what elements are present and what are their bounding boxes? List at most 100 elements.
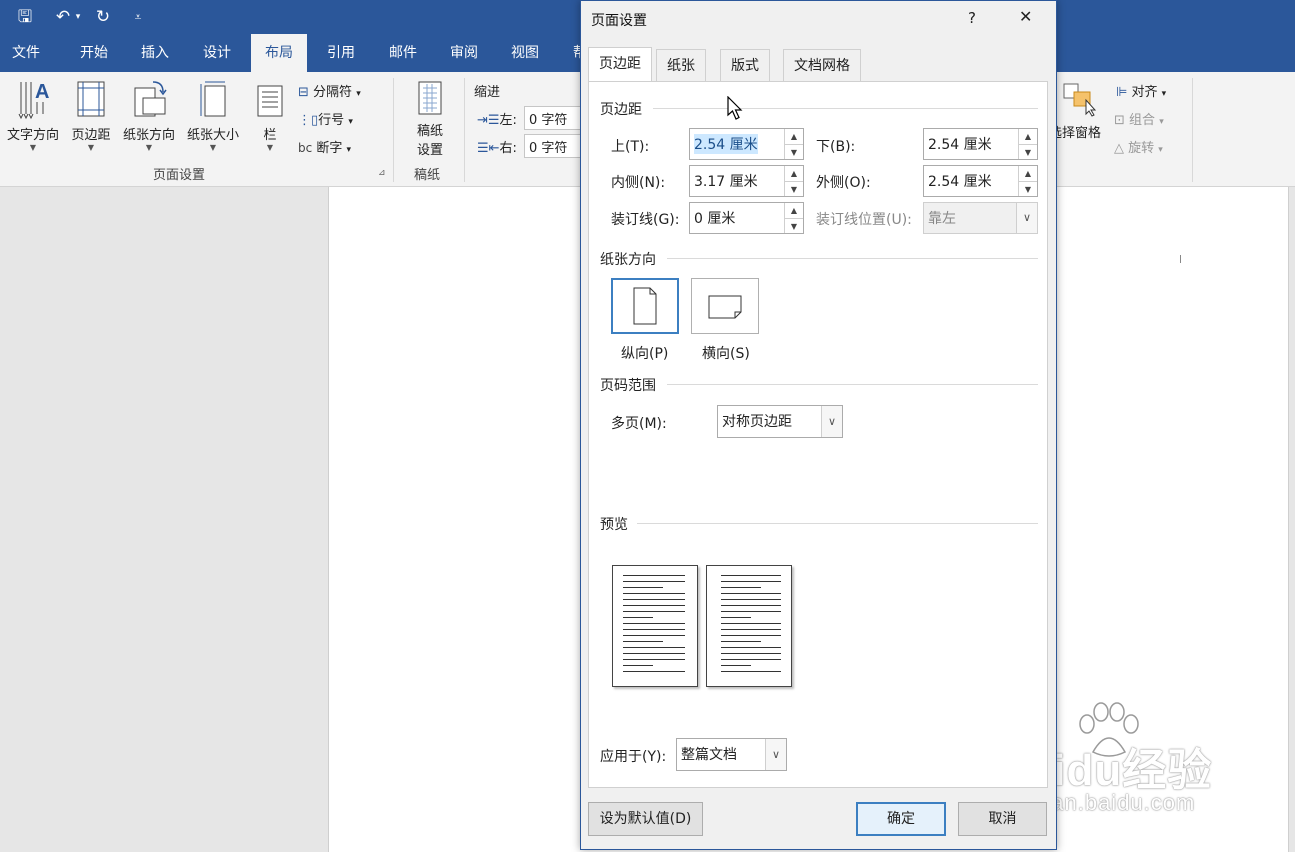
preview-line xyxy=(623,659,685,660)
bottom-margin-input[interactable]: 2.54 厘米 ▲ ▼ xyxy=(923,128,1038,160)
section-divider xyxy=(653,108,1038,109)
spinner[interactable]: ▲ ▼ xyxy=(784,166,803,196)
selection-pane-icon xyxy=(1063,83,1097,117)
tab-review[interactable]: 审阅 xyxy=(436,34,492,72)
gutter-input[interactable]: 0 厘米 ▲ ▼ xyxy=(689,202,804,234)
top-margin-input[interactable]: 2.54 厘米 ▲ ▼ xyxy=(689,128,804,160)
preview-line xyxy=(721,617,751,618)
indent-right-input[interactable]: 0 字符 xyxy=(524,134,582,158)
spinner[interactable]: ▲ ▼ xyxy=(1018,129,1037,159)
bottom-margin-value: 2.54 厘米 xyxy=(928,137,992,153)
tab-file[interactable]: 文件 xyxy=(0,34,54,72)
spinner[interactable]: ▲ ▼ xyxy=(784,203,803,233)
manuscript-settings-button[interactable]: 稿纸 设置 xyxy=(402,78,458,158)
preview-line xyxy=(623,599,685,600)
spinner[interactable]: ▲ ▼ xyxy=(784,129,803,159)
portrait-option[interactable] xyxy=(611,278,679,334)
hyphenation-label: 断字 xyxy=(316,141,343,156)
group-icon: ⊡ xyxy=(1114,113,1125,128)
preview-line xyxy=(623,617,653,618)
apply-to-label: 应用于(Y): xyxy=(600,749,667,765)
tab-document-grid[interactable]: 文档网格 xyxy=(783,49,861,82)
tab-view[interactable]: 视图 xyxy=(497,34,553,72)
portrait-label[interactable]: 纵向(P) xyxy=(621,343,668,363)
tab-layout[interactable]: 布局 xyxy=(251,34,307,72)
landscape-label[interactable]: 横向(S) xyxy=(702,343,750,363)
preview-section-title: 预览 xyxy=(600,517,628,533)
size-button[interactable]: 纸张大小 ▼ xyxy=(182,78,244,153)
spin-down-icon[interactable]: ▼ xyxy=(785,182,803,197)
indent-left-row: ⇥☰左: xyxy=(477,109,517,128)
spin-down-icon[interactable]: ▼ xyxy=(785,145,803,160)
undo-icon[interactable]: ↶ xyxy=(52,6,74,28)
tab-paper[interactable]: 纸张 xyxy=(656,49,706,82)
rotate-icon: △ xyxy=(1114,141,1124,156)
spin-down-icon[interactable]: ▼ xyxy=(1019,145,1037,160)
undo-dropdown-icon[interactable]: ▾ xyxy=(73,6,83,28)
spin-up-icon[interactable]: ▲ xyxy=(785,166,803,182)
gutter-label: 装订线(G): xyxy=(611,212,680,228)
spin-up-icon[interactable]: ▲ xyxy=(1019,166,1037,182)
preview-line xyxy=(623,605,685,606)
align-label: 对齐 xyxy=(1131,85,1158,100)
columns-button[interactable]: 栏 ▼ xyxy=(251,78,289,153)
help-button[interactable]: ? xyxy=(968,9,976,27)
dropdown-arrow-icon: ▼ xyxy=(266,143,274,152)
redo-icon[interactable]: ↻ xyxy=(92,6,114,28)
spin-up-icon[interactable]: ▲ xyxy=(785,203,803,219)
indent-left-icon: ⇥☰ xyxy=(477,113,500,128)
spin-up-icon[interactable]: ▲ xyxy=(785,129,803,145)
line-numbers-button[interactable]: ⋮▯行号 ▾ xyxy=(298,109,353,128)
ok-button[interactable]: 确定 xyxy=(856,802,946,836)
multiple-pages-select[interactable]: 对称页边距 ∨ xyxy=(717,405,843,438)
hyphenation-button[interactable]: bc 断字 ▾ xyxy=(298,137,351,156)
gutter-position-select[interactable]: 靠左 ∨ xyxy=(923,202,1038,234)
preview-line xyxy=(721,611,781,612)
tab-mailings[interactable]: 邮件 xyxy=(375,34,431,72)
spin-down-icon[interactable]: ▼ xyxy=(1019,182,1037,197)
spin-up-icon[interactable]: ▲ xyxy=(1019,129,1037,145)
text-direction-button[interactable]: A 文字方向 ▼ xyxy=(2,78,64,153)
gutter-value: 0 厘米 xyxy=(694,211,736,227)
customize-qat-icon[interactable]: ⩡ xyxy=(130,6,146,28)
margins-icon xyxy=(77,81,105,117)
align-button[interactable]: ⊫ 对齐 ▾ xyxy=(1116,81,1166,100)
landscape-option[interactable] xyxy=(691,278,759,334)
preview-left-page xyxy=(612,565,698,687)
margins-tab-panel: 页边距 上(T): 2.54 厘米 ▲ ▼ 下(B): 2.54 厘米 ▲ ▼ 内侧… xyxy=(588,81,1048,788)
rotate-button[interactable]: △ 旋转 ▾ xyxy=(1114,137,1163,156)
preview-line xyxy=(623,623,685,624)
set-default-button[interactable]: 设为默认值(D) xyxy=(588,802,703,836)
group-label: 组合 xyxy=(1129,113,1156,128)
indent-right-row: ☰⇤右: xyxy=(477,137,517,156)
tab-references[interactable]: 引用 xyxy=(313,34,369,72)
dialog-title: 页面设置 xyxy=(591,13,647,29)
dropdown-arrow-icon: ▼ xyxy=(145,143,153,152)
margins-button[interactable]: 页边距 ▼ xyxy=(64,78,118,153)
paper-size-icon xyxy=(200,81,226,117)
indent-left-input[interactable]: 0 字符 xyxy=(524,106,582,130)
svg-text:A: A xyxy=(35,81,49,103)
tab-margins[interactable]: 页边距 xyxy=(588,47,652,83)
indent-title: 缩进 xyxy=(474,85,501,100)
cancel-button[interactable]: 取消 xyxy=(958,802,1047,836)
selection-pane-button[interactable]: 选择窗格 xyxy=(1056,78,1106,166)
top-margin-label: 上(T): xyxy=(611,139,650,155)
tab-insert[interactable]: 插入 xyxy=(127,34,183,72)
save-icon[interactable]: 🖫 xyxy=(14,6,36,28)
section-divider xyxy=(637,523,1038,524)
apply-to-select[interactable]: 整篇文档 ∨ xyxy=(676,738,787,771)
spinner[interactable]: ▲ ▼ xyxy=(1018,166,1037,196)
inside-margin-input[interactable]: 3.17 厘米 ▲ ▼ xyxy=(689,165,804,197)
spin-down-icon[interactable]: ▼ xyxy=(785,219,803,234)
tab-design[interactable]: 设计 xyxy=(189,34,245,72)
group-button[interactable]: ⊡ 组合 ▾ xyxy=(1114,109,1164,128)
dropdown-arrow-icon: ▼ xyxy=(209,143,217,152)
orientation-button[interactable]: 纸张方向 ▼ xyxy=(118,78,180,153)
outside-margin-input[interactable]: 2.54 厘米 ▲ ▼ xyxy=(923,165,1038,197)
close-button[interactable]: ✕ xyxy=(1019,7,1032,26)
tab-layout[interactable]: 版式 xyxy=(720,49,770,82)
breaks-button[interactable]: ⊟ 分隔符 ▾ xyxy=(298,81,361,100)
page-setup-launcher-icon[interactable]: ⊿ xyxy=(378,168,386,178)
tab-home[interactable]: 开始 xyxy=(66,34,122,72)
